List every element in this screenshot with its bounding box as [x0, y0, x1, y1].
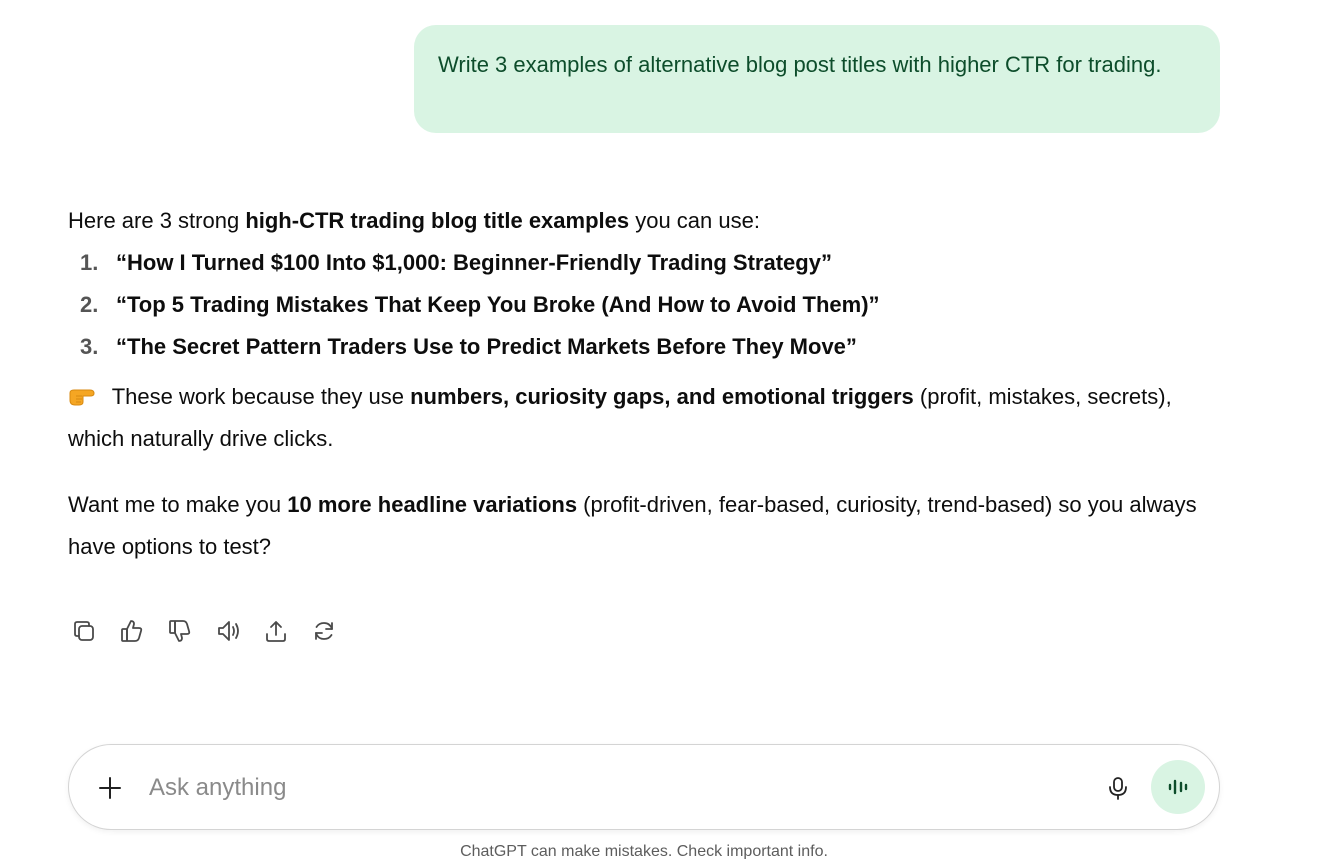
- assistant-reason: These work because they use numbers, cur…: [68, 376, 1228, 460]
- message-actions: [66, 613, 342, 649]
- voice-mode-button[interactable]: [1151, 760, 1205, 814]
- regenerate-button[interactable]: [306, 613, 342, 649]
- list-item-number: 1.: [80, 250, 99, 275]
- title-list: 1. “How I Turned $100 Into $1,000: Begin…: [68, 242, 1228, 368]
- attach-button[interactable]: [89, 767, 131, 809]
- share-button[interactable]: [258, 613, 294, 649]
- list-item-text: “Top 5 Trading Mistakes That Keep You Br…: [116, 292, 880, 317]
- user-message-text: Write 3 examples of alternative blog pos…: [438, 52, 1162, 77]
- assistant-intro: Here are 3 strong high-CTR trading blog …: [68, 200, 1228, 242]
- list-item: 2. “Top 5 Trading Mistakes That Keep You…: [68, 284, 1228, 326]
- prompt-input[interactable]: [149, 769, 1069, 807]
- read-aloud-icon: [218, 621, 239, 641]
- offer-text-bold: 10 more headline variations: [287, 492, 578, 517]
- intro-text-bold: high-CTR trading blog title examples: [245, 208, 630, 233]
- list-item: 3. “The Secret Pattern Traders Use to Pr…: [68, 326, 1228, 368]
- assistant-offer: Want me to make you 10 more headline var…: [68, 484, 1228, 568]
- list-item-text: “How I Turned $100 Into $1,000: Beginner…: [116, 250, 832, 275]
- disclaimer: ChatGPT can make mistakes. Check importa…: [460, 843, 828, 859]
- dictate-button[interactable]: [1097, 767, 1139, 809]
- intro-text-end: you can use:: [629, 208, 760, 233]
- regenerate-icon: [315, 622, 333, 640]
- thumbs-down-icon: [169, 620, 191, 642]
- composer: [68, 744, 1220, 830]
- list-item-text: “The Secret Pattern Traders Use to Predi…: [116, 334, 857, 359]
- offer-text-start: Want me to make you: [68, 492, 288, 517]
- intro-text-start: Here are 3 strong: [68, 208, 246, 233]
- share-icon: [266, 621, 286, 642]
- list-item-number: 3.: [80, 334, 99, 359]
- thumbs-up-icon: [121, 620, 143, 642]
- assistant-message: Here are 3 strong high-CTR trading blog …: [68, 200, 1228, 568]
- voice-mode-icon: [1168, 779, 1188, 795]
- user-message-bubble: Write 3 examples of alternative blog pos…: [414, 25, 1220, 133]
- copy-icon: [74, 621, 94, 641]
- reason-text-start: These work because they use: [106, 384, 411, 409]
- list-item: 1. “How I Turned $100 Into $1,000: Begin…: [68, 242, 1228, 284]
- chat-page: Write 3 examples of alternative blog pos…: [0, 0, 1318, 859]
- bad-response-button[interactable]: [162, 613, 198, 649]
- read-aloud-button[interactable]: [210, 613, 246, 649]
- reason-text-bold: numbers, curiosity gaps, and emotional t…: [410, 384, 914, 409]
- pointing-right-hand-emoji: [68, 380, 96, 406]
- plus-icon: [99, 777, 121, 799]
- list-item-number: 2.: [80, 292, 99, 317]
- copy-button[interactable]: [66, 613, 102, 649]
- microphone-icon: [1109, 777, 1127, 800]
- good-response-button[interactable]: [114, 613, 150, 649]
